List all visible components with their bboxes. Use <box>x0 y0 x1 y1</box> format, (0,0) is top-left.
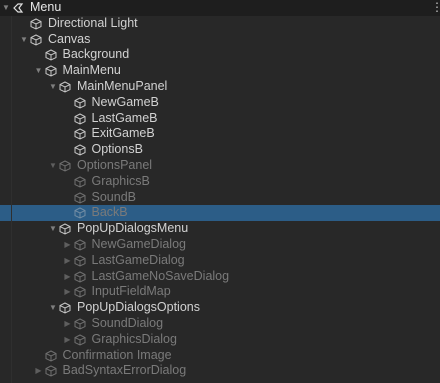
hierarchy-row[interactable]: Confirmation Image <box>0 348 440 364</box>
hierarchy-item-label: SoundDialog <box>91 315 164 330</box>
hierarchy-row[interactable]: Background <box>0 47 440 63</box>
gameobject-icon <box>74 97 86 109</box>
hierarchy-row[interactable]: ▼ MainMenuPanel <box>0 79 440 95</box>
hierarchy-row[interactable]: LastGameB <box>0 111 440 127</box>
collapse-arrow-icon[interactable]: ▶ <box>63 332 73 348</box>
hierarchy-row[interactable]: ▶ LastGameDialog <box>0 253 440 269</box>
hierarchy-row[interactable]: ▶ InputFieldMap <box>0 284 440 300</box>
hierarchy-item-label: NewGameB <box>91 94 159 109</box>
gameobject-icon <box>74 334 86 346</box>
gameobject-icon <box>59 223 71 235</box>
gameobject-icon <box>30 34 42 46</box>
hierarchy-tree: ▼ Menu ⋮ Directional Light ▼ Canvas Background… <box>0 0 440 379</box>
hierarchy-item-label: OptionsB <box>91 142 143 157</box>
gameobject-icon <box>74 286 86 298</box>
collapse-arrow-icon[interactable]: ▶ <box>63 284 73 300</box>
hierarchy-row[interactable]: ▶ BadSyntaxErrorDialog <box>0 363 440 379</box>
collapse-arrow-icon[interactable]: ▶ <box>63 269 73 285</box>
hierarchy-row[interactable]: ▼ Canvas <box>0 32 440 48</box>
hierarchy-item-label: PopUpDialogsMenu <box>77 221 189 236</box>
hierarchy-item-label: BadSyntaxErrorDialog <box>62 363 187 378</box>
expand-arrow-icon[interactable]: ▼ <box>48 158 58 174</box>
hierarchy-row[interactable]: ▼ PopUpDialogsMenu <box>0 221 440 237</box>
hierarchy-item-label: ExitGameB <box>91 126 155 141</box>
gameobject-icon <box>59 302 71 314</box>
gameobject-icon <box>59 160 71 172</box>
gameobject-icon <box>45 365 57 377</box>
hierarchy-item-label: LastGameDialog <box>91 252 185 267</box>
collapse-arrow-icon[interactable]: ▶ <box>63 253 73 269</box>
gameobject-icon <box>74 128 86 140</box>
gameobject-icon <box>45 49 57 61</box>
gameobject-icon <box>59 81 71 93</box>
gameobject-icon <box>74 113 86 125</box>
hierarchy-row[interactable]: ▶ SoundDialog <box>0 316 440 332</box>
hierarchy-row[interactable]: ▶ GraphicsDialog <box>0 332 440 348</box>
scene-icon <box>12 2 24 14</box>
hierarchy-item-label: OptionsPanel <box>77 157 153 172</box>
hierarchy-row[interactable]: SoundB <box>0 190 440 206</box>
collapse-arrow-icon[interactable]: ▶ <box>63 237 73 253</box>
hierarchy-indent-guide <box>11 16 12 383</box>
hierarchy-item-label: BackB <box>91 205 128 220</box>
hierarchy-item-label: SoundB <box>91 189 136 204</box>
hierarchy-row[interactable]: BackB <box>0 205 440 222</box>
hierarchy-item-label: Directional Light <box>48 15 138 30</box>
expand-arrow-icon[interactable]: ▼ <box>48 79 58 95</box>
gameobject-icon <box>74 255 86 267</box>
gameobject-icon <box>74 144 86 156</box>
expand-arrow-icon[interactable]: ▼ <box>48 300 58 316</box>
gameobject-icon <box>45 65 57 77</box>
hierarchy-item-label: LastGameNoSaveDialog <box>91 268 230 283</box>
gameobject-icon <box>74 318 86 330</box>
kebab-menu-icon[interactable]: ⋮ <box>431 0 440 16</box>
gameobject-icon <box>30 18 42 30</box>
hierarchy-row[interactable]: ExitGameB <box>0 126 440 142</box>
gameobject-icon <box>74 176 86 188</box>
expand-arrow-icon[interactable]: ▼ <box>19 32 29 48</box>
gameobject-icon <box>45 349 57 362</box>
hierarchy-row[interactable]: Directional Light <box>0 16 440 32</box>
gameobject-icon <box>74 207 86 219</box>
gameobject-icon <box>74 270 86 283</box>
hierarchy-item-label: LastGameB <box>91 110 158 125</box>
hierarchy-row[interactable]: ▼ OptionsPanel <box>0 158 440 174</box>
hierarchy-item-label: InputFieldMap <box>91 284 171 299</box>
hierarchy-item-label: GraphicsDialog <box>91 331 177 346</box>
hierarchy-row[interactable]: GraphicsB <box>0 174 440 190</box>
hierarchy-row[interactable]: NewGameB <box>0 95 440 111</box>
hierarchy-row[interactable]: OptionsB <box>0 142 440 158</box>
hierarchy-row[interactable]: ▶ LastGameNoSaveDialog <box>0 269 440 285</box>
scene-header-row[interactable]: ▼ Menu ⋮ <box>0 0 440 16</box>
gameobject-icon <box>74 191 86 204</box>
hierarchy-item-label: MainMenuPanel <box>77 78 168 93</box>
hierarchy-item-label: MainMenu <box>62 63 121 78</box>
expand-arrow-icon[interactable]: ▼ <box>34 63 44 79</box>
hierarchy-item-label: PopUpDialogsOptions <box>77 300 200 315</box>
hierarchy-item-label: GraphicsB <box>91 173 150 188</box>
hierarchy-row[interactable]: ▼ PopUpDialogsOptions <box>0 300 440 316</box>
hierarchy-row[interactable]: ▼ MainMenu <box>0 63 440 79</box>
expand-arrow-icon[interactable]: ▼ <box>48 221 58 237</box>
collapse-arrow-icon[interactable]: ▶ <box>34 363 44 379</box>
hierarchy-item-label: Menu <box>30 0 62 14</box>
collapse-arrow-icon[interactable]: ▶ <box>63 316 73 332</box>
hierarchy-item-label: NewGameDialog <box>91 236 186 251</box>
expand-arrow-icon[interactable]: ▼ <box>1 0 11 16</box>
hierarchy-item-label: Canvas <box>48 31 91 46</box>
gameobject-icon <box>74 239 86 251</box>
hierarchy-item-label: Background <box>62 47 130 62</box>
hierarchy-row[interactable]: ▶ NewGameDialog <box>0 237 440 253</box>
hierarchy-item-label: Confirmation Image <box>62 347 172 362</box>
